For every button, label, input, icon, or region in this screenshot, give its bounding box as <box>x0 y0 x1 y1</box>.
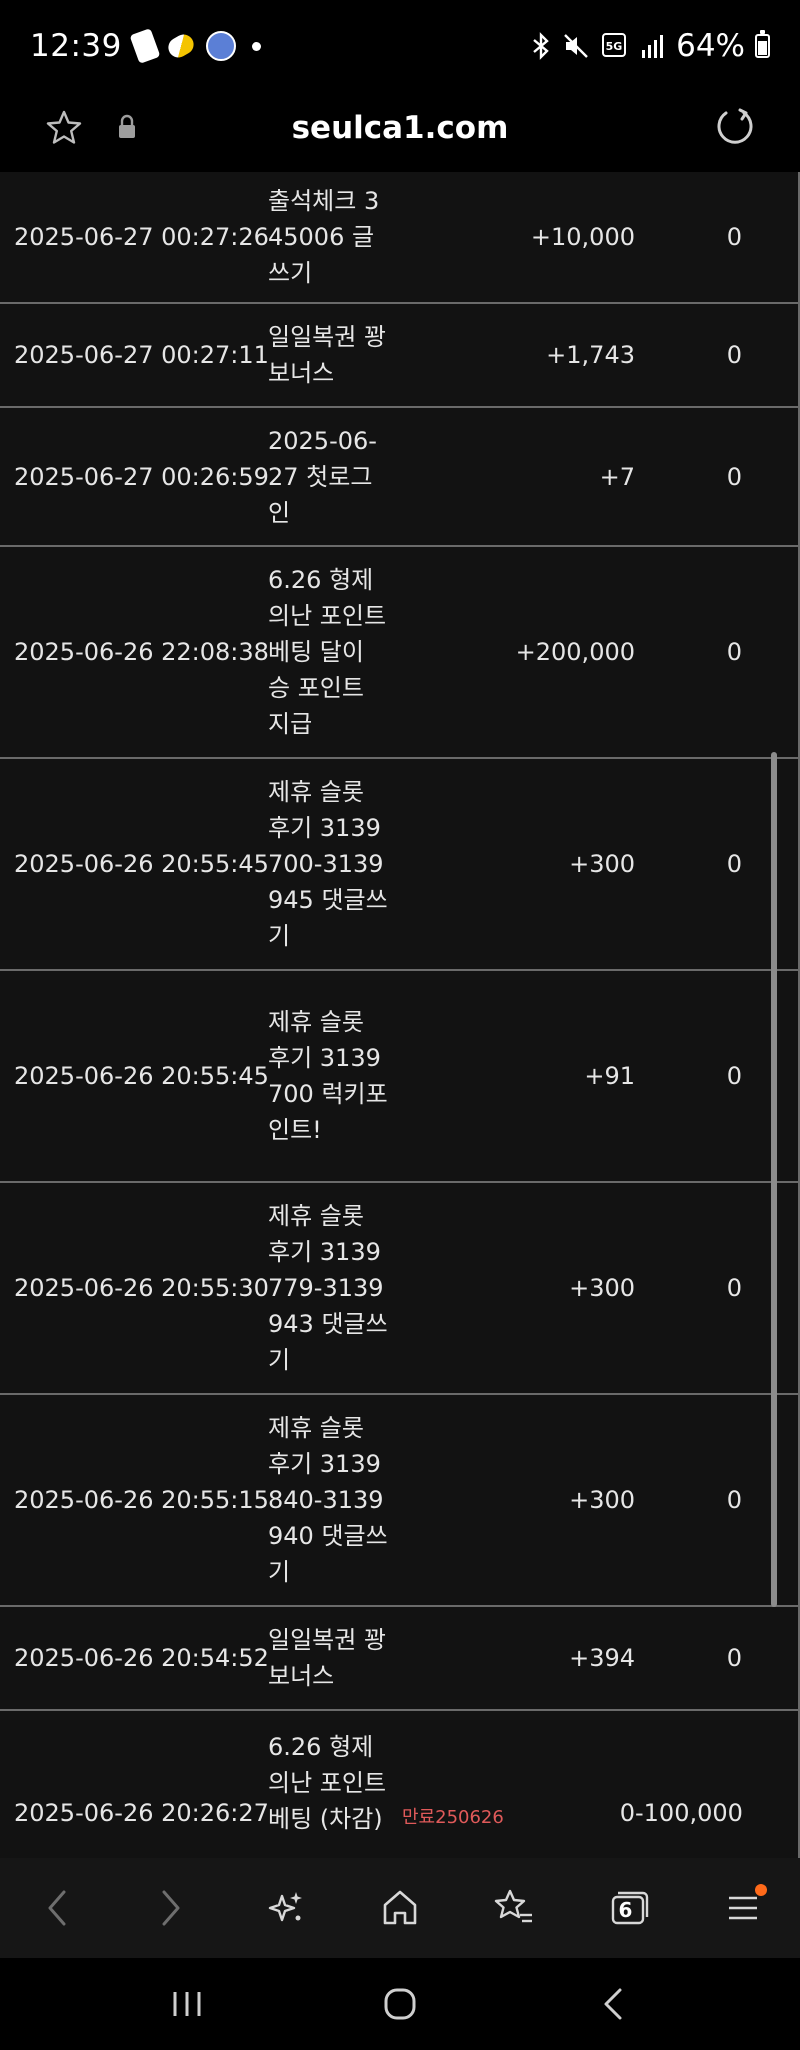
table-row: 2025-06-27 00:27:11 일일복권 꽝 보너스 +1,743 0 <box>0 302 800 406</box>
row-amount: +300 <box>569 1274 635 1302</box>
row-remaining: 0 <box>726 462 742 491</box>
row-date: 2025-06-26 20:55:45 <box>14 850 269 878</box>
status-right: 5G 64% <box>530 28 770 64</box>
forward-button[interactable] <box>141 1878 201 1938</box>
row-description: 2025-06-27 첫로그인 <box>268 426 377 527</box>
row-description: 제휴 슬롯 후기 3139779-3139943 댓글쓰기 <box>268 1202 388 1374</box>
reload-icon[interactable] <box>712 104 758 150</box>
table-row: 2025-06-26 20:55:30 제휴 슬롯 후기 3139779-313… <box>0 1181 800 1393</box>
mute-icon <box>564 34 588 58</box>
star-list-icon <box>495 1889 533 1923</box>
row-date: 2025-06-26 20:54:52 <box>14 1644 269 1672</box>
row-amount: +300 <box>569 1486 635 1514</box>
home-icon <box>383 1890 417 1925</box>
row-amount: +300 <box>569 850 635 878</box>
row-remaining: 0 <box>726 638 742 666</box>
row-description: 6.26 형제의난 포인트베팅 (차감) <box>268 1733 387 1833</box>
menu-button[interactable] <box>713 1878 773 1938</box>
more-notifications-dot-icon <box>251 41 261 51</box>
table-row: 2025-06-26 20:55:15 제휴 슬롯 후기 3139840-313… <box>0 1393 800 1605</box>
home-button[interactable] <box>370 1878 430 1938</box>
row-description: 일일복권 꽝 보너스 <box>268 1626 387 1690</box>
status-bar: 12:39 5G 64% <box>0 0 800 92</box>
bookmarks-button[interactable] <box>484 1878 544 1938</box>
battery-icon <box>755 30 770 58</box>
home-nav-button[interactable] <box>365 1974 435 2034</box>
row-amount: 0 <box>619 1799 635 1827</box>
row-date: 2025-06-27 00:27:26 <box>14 223 269 251</box>
browser-bottom-toolbar: 6 <box>0 1858 800 1958</box>
row-amount: +7 <box>599 462 635 491</box>
row-amount: +200,000 <box>515 638 635 666</box>
home-circle-icon <box>384 1988 416 2020</box>
browser-url-bar: seulca1.com <box>0 92 800 172</box>
row-date: 2025-06-27 00:26:59 <box>14 462 269 491</box>
row-date: 2025-06-26 22:08:38 <box>14 638 269 666</box>
network-type-label: 5G <box>606 40 623 53</box>
row-description: 일일복권 꽝 보너스 <box>268 323 387 387</box>
recent-apps-icon <box>173 1992 201 2016</box>
row-amount: +1,743 <box>546 341 635 369</box>
pill-notification-icon <box>164 30 198 62</box>
row-remaining: 0 <box>726 1274 742 1302</box>
row-description: 제휴 슬롯 후기 3139700 럭키포인트! <box>268 1008 388 1144</box>
row-description: 제휴 슬롯 후기 3139700-3139945 댓글쓰기 <box>268 778 388 950</box>
row-amount: +394 <box>569 1644 635 1672</box>
row-date: 2025-06-26 20:55:15 <box>14 1486 269 1514</box>
table-row: 2025-06-26 20:26:27 6.26 형제의난 포인트베팅 (차감)… <box>0 1709 800 1858</box>
sparkle-icon <box>268 1892 302 1922</box>
row-remaining: 0 <box>726 223 742 251</box>
app-notification-icon <box>129 28 161 64</box>
row-remaining: 0 <box>726 1644 742 1672</box>
row-description: 출석체크 345006 글쓰기 <box>268 187 380 287</box>
url-text[interactable]: seulca1.com <box>0 110 800 146</box>
row-description: 제휴 슬롯 후기 3139840-3139940 댓글쓰기 <box>268 1414 388 1586</box>
row-remaining: 0 <box>726 1062 742 1090</box>
bluetooth-icon <box>533 32 549 60</box>
row-remaining: 0 <box>726 341 742 369</box>
5g-network-icon: 5G <box>602 33 627 57</box>
row-remaining: -100,000 <box>635 1799 743 1827</box>
system-navigation-bar <box>0 1958 800 2050</box>
ai-assistant-button[interactable] <box>256 1878 316 1938</box>
row-remaining: 0 <box>726 850 742 878</box>
table-row: 2025-06-27 00:26:59 2025-06-27 첫로그인 +7 0 <box>0 406 800 545</box>
row-date: 2025-06-26 20:55:30 <box>14 1274 269 1302</box>
chevron-right-icon <box>162 1890 180 1926</box>
back-nav-button[interactable] <box>578 1974 648 2034</box>
character-notification-icon <box>205 31 236 61</box>
table-row: 2025-06-26 20:55:45 제휴 슬롯 후기 3139700 럭키포… <box>0 969 800 1181</box>
table-row: 2025-06-26 20:54:52 일일복권 꽝 보너스 +394 0 <box>0 1605 800 1709</box>
row-date: 2025-06-26 20:55:45 <box>14 1062 269 1090</box>
recent-apps-button[interactable] <box>152 1974 222 2034</box>
tabs-count: 6 <box>618 1898 633 1922</box>
row-date: 2025-06-26 20:26:27 <box>14 1799 269 1827</box>
signal-strength-icon <box>642 35 664 58</box>
chevron-left-icon <box>48 1890 66 1926</box>
menu-notification-badge <box>754 1884 767 1896</box>
table-row: 2025-06-27 00:27:26 출석체크 345006 글쓰기 +10,… <box>0 172 800 302</box>
table-row: 2025-06-26 20:55:45 제휴 슬롯 후기 3139700-313… <box>0 757 800 969</box>
point-history-table: 2025-06-27 00:27:26 출석체크 345006 글쓰기 +10,… <box>0 172 800 1858</box>
status-left: 12:39 <box>30 28 261 64</box>
back-button[interactable] <box>27 1878 87 1938</box>
row-amount: +91 <box>584 1062 635 1090</box>
page-scrollbar[interactable] <box>771 752 777 1607</box>
battery-percentage: 64% <box>676 28 745 64</box>
table-row: 2025-06-26 22:08:38 6.26 형제의난 포인트베팅 달이 승… <box>0 545 800 757</box>
tabs-button[interactable]: 6 <box>599 1878 659 1938</box>
row-description: 6.26 형제의난 포인트베팅 달이 승 포인트 지급 <box>268 566 387 738</box>
phone-screen: 12:39 5G 64% seulca1.com 2025-06-27 00:2… <box>0 0 800 2050</box>
row-date: 2025-06-27 00:27:11 <box>14 341 269 369</box>
back-arrow-icon <box>604 1988 622 2020</box>
row-amount: +10,000 <box>530 223 635 251</box>
row-note: 만료250626 <box>402 1807 504 1828</box>
row-remaining: 0 <box>726 1486 742 1514</box>
status-time: 12:39 <box>30 28 122 64</box>
